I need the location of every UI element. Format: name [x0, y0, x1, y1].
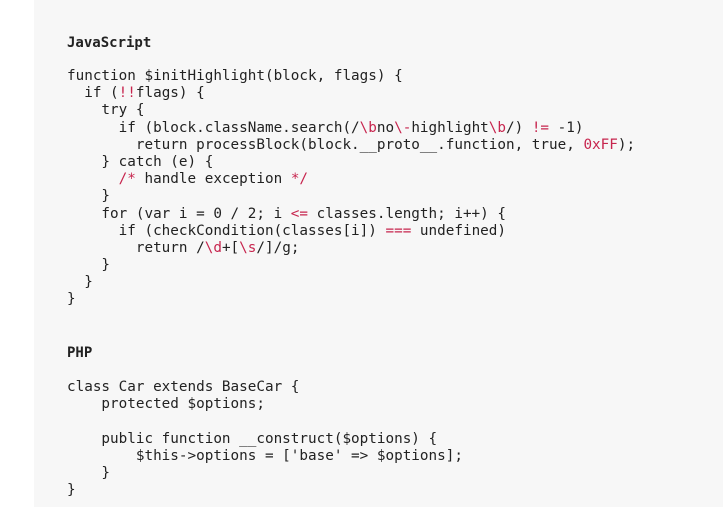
- code-line: $this->options = ['base' => $options];: [67, 447, 463, 464]
- code-line: }: [67, 482, 76, 499]
- code-line: if (block.className.search(/\bno\-highli…: [67, 119, 584, 136]
- code-line: }: [67, 274, 93, 291]
- code-line: for (var i = 0 / 2; i <= classes.length;…: [67, 205, 506, 222]
- code-block-javascript: function $initHighlight(block, flags) { …: [67, 68, 635, 309]
- code-block-php: class Car extends BaseCar { protected $o…: [67, 379, 463, 499]
- section-title-javascript: JavaScript: [67, 35, 152, 51]
- code-line: }: [67, 291, 76, 308]
- code-line: public function __construct($options) {: [67, 430, 438, 447]
- code-line: return /\d+[\s/]/g;: [67, 239, 300, 256]
- code-line: if (!!flags) {: [67, 85, 205, 102]
- section-title-php: PHP: [67, 345, 93, 361]
- code-line: if (checkCondition(classes[i]) === undef…: [67, 222, 506, 239]
- code-line: class Car extends BaseCar {: [67, 379, 300, 395]
- code-line: return processBlock(block.__proto__.func…: [67, 136, 636, 153]
- code-line: protected $options;: [67, 396, 265, 413]
- code-line: /* handle exception */: [118, 171, 309, 188]
- code-line: } catch (e) {: [67, 153, 214, 170]
- code-line: }: [67, 257, 111, 274]
- code-line: function $initHighlight(block, flags) {: [67, 68, 403, 84]
- code-line: }: [67, 188, 111, 205]
- code-line: }: [67, 464, 111, 481]
- document-page: JavaScript function $initHighlight(block…: [34, 0, 723, 507]
- code-line: try {: [67, 102, 145, 119]
